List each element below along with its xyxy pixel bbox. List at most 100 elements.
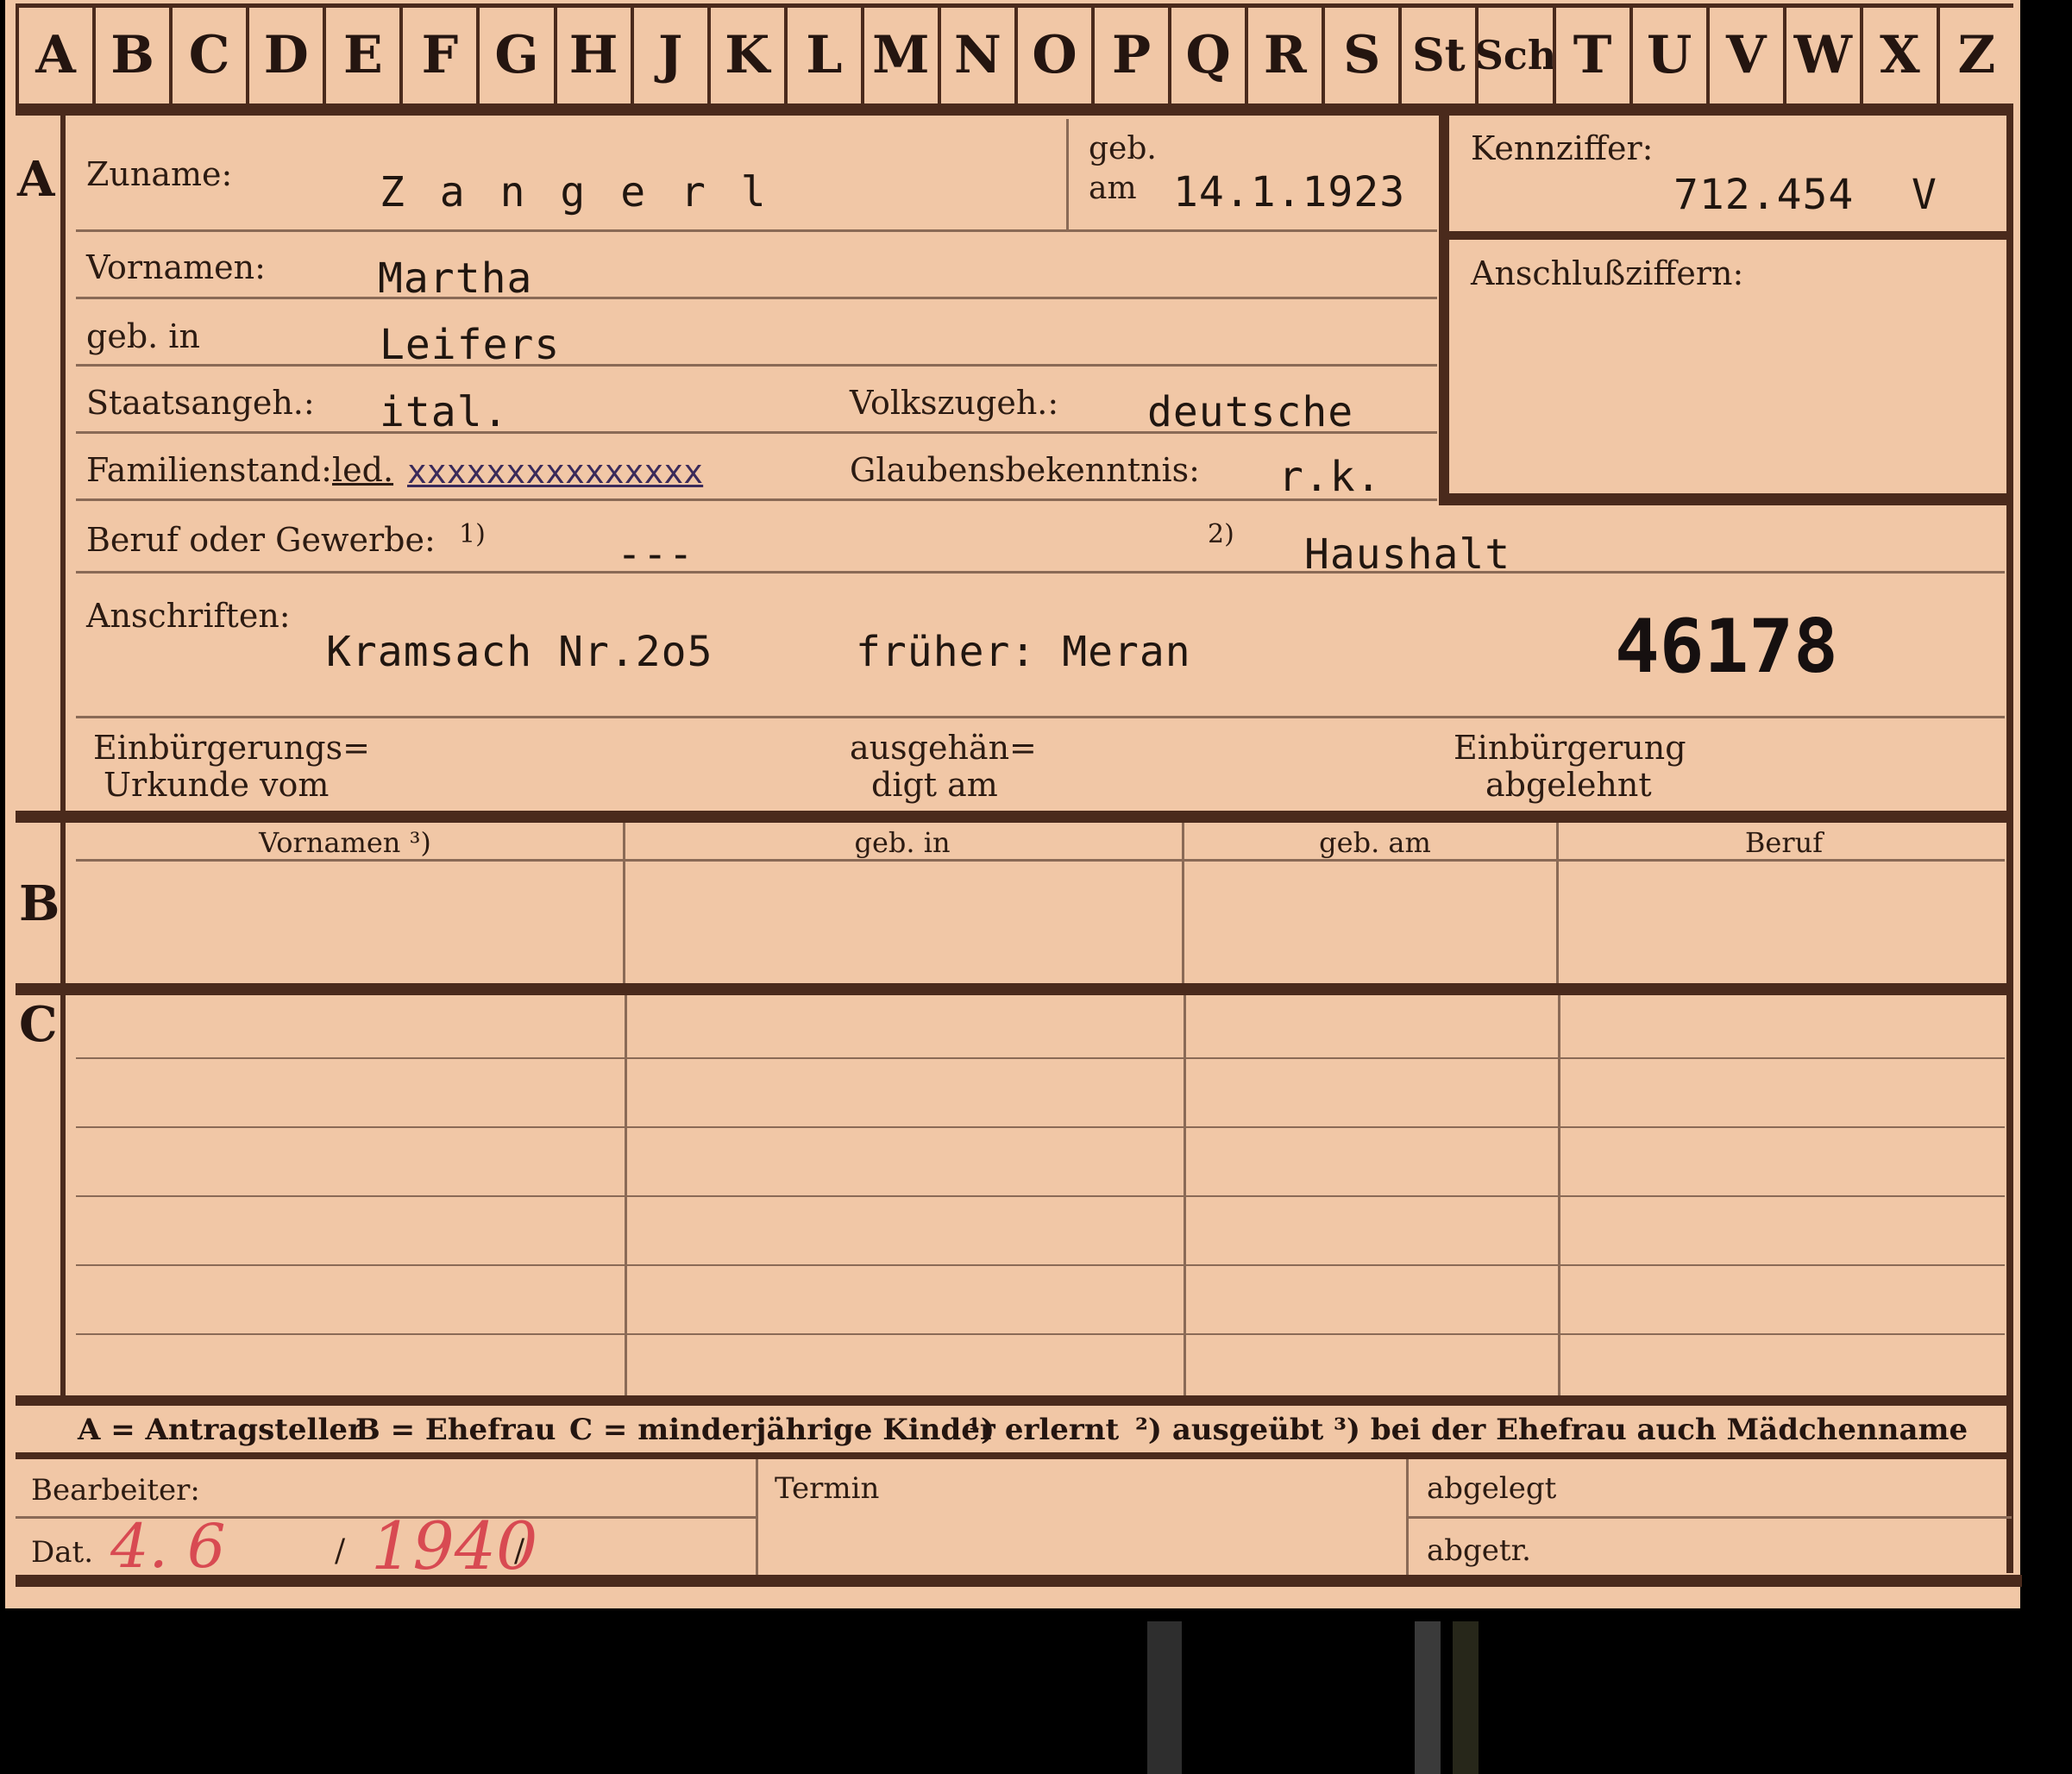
alphabet-tab-k: K bbox=[706, 7, 784, 103]
citizenship-label: Staatsangeh.: bbox=[86, 384, 315, 422]
alphabet-tab-w: W bbox=[1782, 7, 1860, 103]
handed-out-label-2: digt am bbox=[871, 766, 998, 804]
alphabet-tab-v: V bbox=[1705, 7, 1783, 103]
rule-after-surname bbox=[76, 229, 1437, 232]
legend-bottom-rule bbox=[16, 1452, 2013, 1459]
surname-label: Zuname: bbox=[86, 155, 233, 193]
first-names-label: Vornamen: bbox=[86, 248, 266, 286]
rule-after-address bbox=[76, 716, 2005, 718]
alphabet-tab-sch: Sch bbox=[1475, 7, 1556, 103]
alphabet-tab-st: St bbox=[1398, 7, 1475, 103]
alphabet-tab-d: D bbox=[246, 7, 323, 103]
section-c-row-rule-1 bbox=[76, 1057, 2005, 1059]
alphabet-tab-o: O bbox=[1014, 7, 1091, 103]
section-c-row-rule-5 bbox=[76, 1333, 2005, 1335]
table-header-born-date: geb. am bbox=[1319, 826, 1431, 859]
surname-value: Z a n g e r l bbox=[380, 168, 771, 216]
naturalization-denied-label-1: Einbürgerung bbox=[1454, 729, 1686, 767]
born-divider bbox=[1066, 119, 1069, 229]
alphabet-tab-z: Z bbox=[1936, 7, 2013, 103]
footer-divider-2 bbox=[1406, 1459, 1409, 1578]
citizenship-value: ital. bbox=[380, 388, 509, 436]
rule-after-family-status bbox=[76, 498, 1437, 501]
legend-c: C = minderjährige Kinder bbox=[569, 1413, 995, 1447]
anschluss-label: Anschlußziffern: bbox=[1471, 254, 1744, 292]
naturalization-cert-label-1: Einbürgerungs= bbox=[93, 729, 370, 767]
religion-value: r.k. bbox=[1278, 453, 1382, 501]
alphabet-tab-p: P bbox=[1091, 7, 1168, 103]
alphabet-tab-s: S bbox=[1322, 7, 1398, 103]
address-value: Kramsach Nr.2o5 bbox=[326, 628, 713, 676]
footnote-1-marker: 1) bbox=[459, 519, 486, 549]
alphabet-tab-l: L bbox=[783, 7, 861, 103]
previous-address-value: früher: Meran bbox=[856, 628, 1191, 676]
alphabet-tab-g: G bbox=[476, 7, 553, 103]
alphabet-tab-a: A bbox=[16, 7, 92, 103]
id-box-left-border bbox=[1439, 116, 1449, 504]
kennziffer-value: 712.454 bbox=[1673, 171, 1855, 219]
date-label: Dat. bbox=[31, 1535, 94, 1570]
date-year-handwritten: 1940 bbox=[371, 1508, 538, 1584]
birthplace-label: geb. in bbox=[86, 317, 200, 355]
section-c-row-rule-4 bbox=[76, 1264, 2005, 1266]
scanner-strip bbox=[1147, 1621, 1182, 1774]
scanner-strip bbox=[1415, 1621, 1441, 1774]
section-a-label: A bbox=[17, 151, 55, 208]
alphabet-tab-f: F bbox=[399, 7, 476, 103]
date-separator-1: / bbox=[335, 1533, 346, 1569]
section-c-top-rule bbox=[16, 983, 2013, 995]
section-b-label: B bbox=[19, 875, 60, 932]
legend-note-3: ³) bei der Ehefrau auch Mädchenname bbox=[1334, 1413, 1968, 1447]
card-bottom-rule bbox=[16, 1575, 2022, 1587]
alphabet-tab-x: X bbox=[1859, 7, 1937, 103]
alphabet-tab-j: J bbox=[630, 7, 707, 103]
footer-divider-1 bbox=[756, 1459, 758, 1578]
inner-left-rule bbox=[60, 116, 66, 1401]
alphabet-tab-q: Q bbox=[1168, 7, 1245, 103]
id-box-middle-border bbox=[1439, 231, 2012, 240]
termin-label: Termin bbox=[775, 1471, 880, 1506]
ethnicity-label: Volkszugeh.: bbox=[850, 384, 1059, 422]
rule-after-first-names bbox=[76, 297, 1437, 299]
section-c-row-rule-3 bbox=[76, 1195, 2005, 1197]
alphabet-tab-n: N bbox=[937, 7, 1014, 103]
alphabet-tab-c: C bbox=[169, 7, 246, 103]
family-status-label: Familienstand: bbox=[86, 451, 332, 489]
legend-note-2: ²) ausgeübt bbox=[1135, 1413, 1324, 1447]
alphabet-tab-m: M bbox=[860, 7, 938, 103]
family-status-struck-out: xxxxxxxxxxxxxxx bbox=[407, 453, 704, 491]
address-label: Anschriften: bbox=[86, 597, 291, 635]
stamp-number: 46178 bbox=[1615, 604, 1838, 690]
alphabet-tab-r: R bbox=[1245, 7, 1322, 103]
date-day-month-handwritten: 4. 6 bbox=[110, 1511, 226, 1582]
legend-note-1: ¹) erlernt bbox=[968, 1413, 1120, 1447]
birthplace-value: Leifers bbox=[380, 321, 561, 369]
first-names-value: Martha bbox=[378, 254, 533, 303]
id-box-bottom-border bbox=[1439, 493, 2012, 505]
abgetr-label: abgetr. bbox=[1427, 1533, 1531, 1568]
table-header-rule bbox=[76, 859, 2005, 862]
abgelegt-rule bbox=[1408, 1516, 2012, 1519]
alphabet-tab-t: T bbox=[1552, 7, 1629, 103]
abgelegt-label: abgelegt bbox=[1427, 1471, 1557, 1506]
rule-after-occupation bbox=[76, 571, 2005, 574]
section-b-col-divider-2 bbox=[1182, 823, 1184, 987]
section-b-col-divider-1 bbox=[623, 823, 625, 987]
table-header-occupation: Beruf bbox=[1744, 826, 1824, 859]
bearbeiter-label: Bearbeiter: bbox=[31, 1473, 200, 1508]
alphabet-tab-b: B bbox=[92, 7, 169, 103]
legend-b: B = Ehefrau bbox=[355, 1413, 556, 1447]
alphabet-tab-row: A B C D E F G H J K L M N O P Q R S St Sch T U V W X Z bbox=[16, 0, 2013, 112]
naturalization-cert-label-2: Urkunde vom bbox=[104, 766, 330, 804]
table-header-birthplace: geb. in bbox=[854, 826, 951, 859]
kennziffer-label: Kennziffer: bbox=[1471, 129, 1654, 167]
born-label-geb: geb. bbox=[1089, 131, 1157, 166]
kennziffer-suffix: V bbox=[1912, 171, 1937, 219]
section-b-top-rule bbox=[16, 811, 2013, 823]
legend-top-rule bbox=[16, 1395, 2013, 1406]
footnote-2-marker: 2) bbox=[1208, 519, 1234, 549]
alphabet-tab-h: H bbox=[553, 7, 631, 103]
alphabet-tab-e: E bbox=[323, 7, 399, 103]
handed-out-label-1: ausgehän= bbox=[850, 729, 1037, 767]
section-c-row-rule-2 bbox=[76, 1126, 2005, 1128]
